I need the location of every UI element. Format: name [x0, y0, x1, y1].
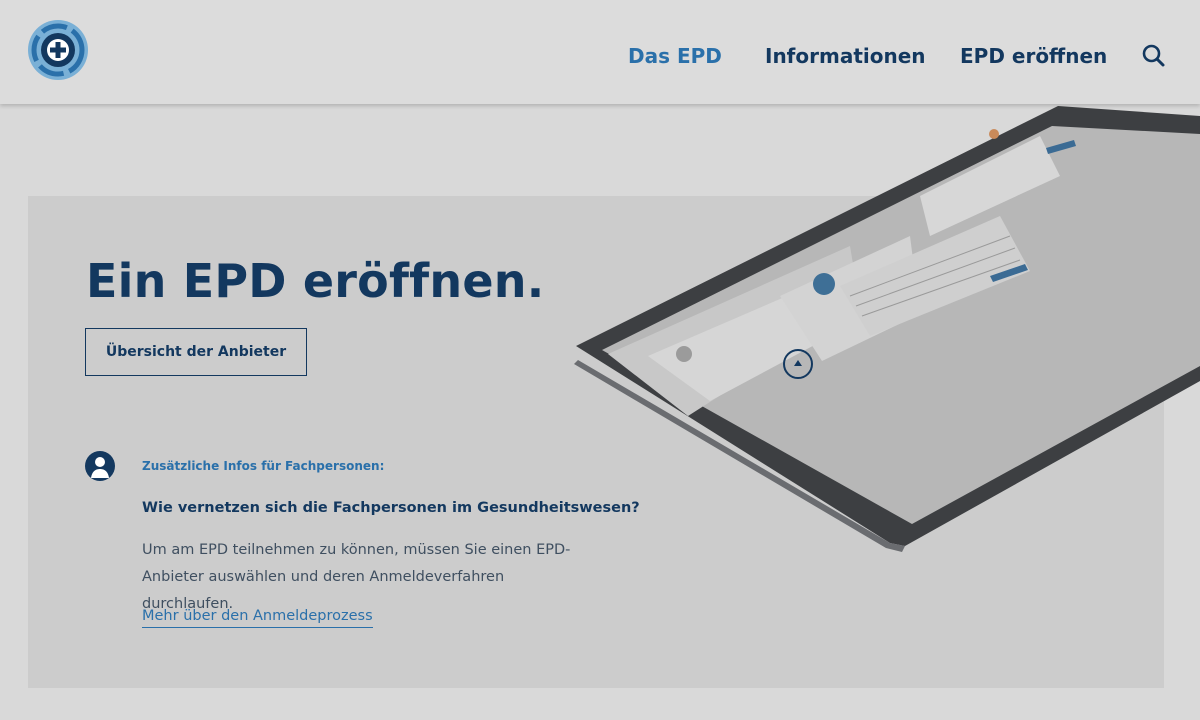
page-title: Ein EPD eröffnen. — [86, 254, 545, 308]
tablet-illustration — [574, 106, 1200, 552]
person-icon — [85, 451, 115, 481]
site-header: Das EPD Informationen EPD eröffnen — [0, 0, 1200, 104]
nav-das-epd[interactable]: Das EPD — [628, 44, 722, 68]
nav-epd-eroeffnen[interactable]: EPD eröffnen — [960, 44, 1107, 68]
info-label: Zusätzliche Infos für Fachpersonen: — [142, 459, 385, 473]
nav-informationen[interactable]: Informationen — [765, 44, 926, 68]
epd-logo-icon[interactable] — [27, 19, 89, 81]
provider-overview-button[interactable]: Übersicht der Anbieter — [85, 328, 307, 376]
info-body: Um am EPD teilnehmen zu können, müssen S… — [142, 542, 571, 612]
tablet-image — [560, 96, 1200, 556]
learn-more-link[interactable]: Mehr über den Anmeldeprozess — [142, 608, 373, 628]
search-icon[interactable] — [1140, 42, 1168, 70]
